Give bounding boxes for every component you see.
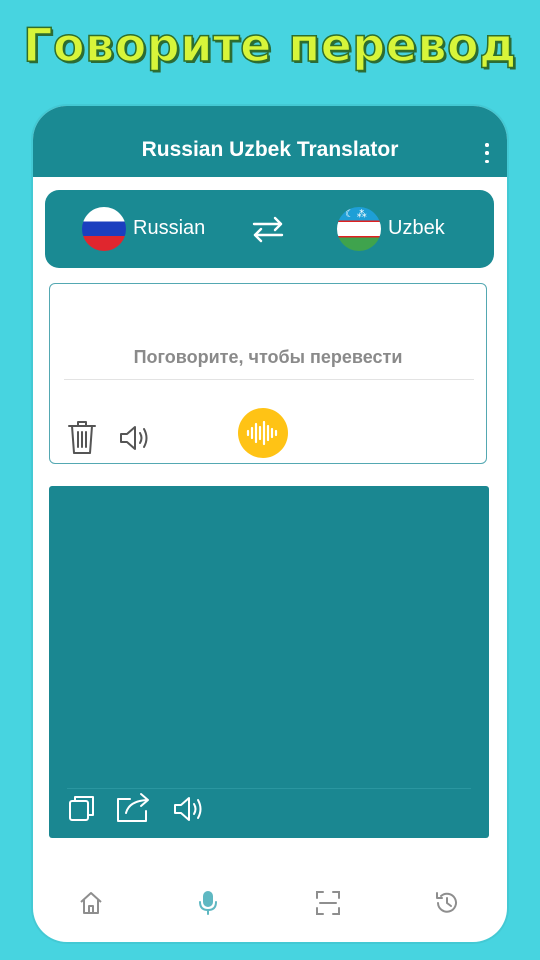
app-bar: Russian Uzbek Translator: [33, 106, 507, 177]
mic-waveform-icon: [246, 420, 278, 446]
source-language-label[interactable]: Russian: [133, 217, 205, 240]
input-placeholder[interactable]: Поговорите, чтобы перевести: [50, 347, 486, 368]
scan-icon[interactable]: [315, 890, 341, 916]
output-divider: [67, 788, 471, 789]
trash-icon[interactable]: [67, 419, 97, 455]
speaker-icon[interactable]: [119, 424, 151, 452]
output-card: [49, 486, 489, 838]
mic-waveform-button[interactable]: [238, 408, 288, 458]
input-card[interactable]: Поговорите, чтобы перевести: [49, 283, 487, 464]
promo-headline: Говорите перевод: [22, 17, 517, 73]
copy-icon[interactable]: [68, 794, 96, 822]
target-language-label[interactable]: Uzbek: [388, 217, 445, 240]
history-icon[interactable]: [434, 890, 460, 916]
input-divider: [64, 379, 474, 380]
mic-icon[interactable]: [195, 890, 221, 916]
speaker-icon[interactable]: [173, 795, 205, 823]
share-icon[interactable]: [115, 791, 153, 823]
language-selector-bar: Russian ☾ ⁂ Uzbek: [45, 190, 494, 268]
app-title: Russian Uzbek Translator: [141, 138, 399, 161]
russia-flag-icon[interactable]: [82, 207, 126, 251]
swap-arrows-icon[interactable]: [250, 214, 286, 244]
bottom-nav: [33, 878, 507, 926]
phone-frame: Russian Uzbek Translator Russian ☾ ⁂ Uzb…: [33, 106, 507, 942]
home-icon[interactable]: [78, 890, 104, 916]
uzbekistan-flag-icon[interactable]: ☾ ⁂: [337, 207, 381, 251]
more-vert-icon[interactable]: [484, 143, 490, 163]
